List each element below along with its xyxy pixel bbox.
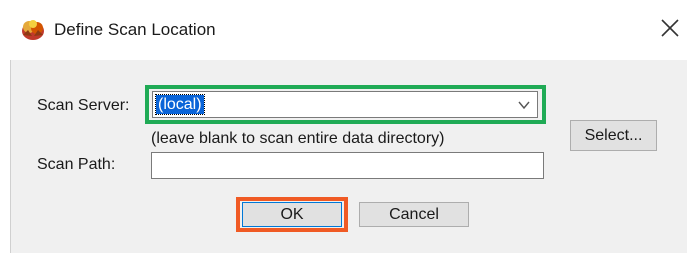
scan-server-label: Scan Server: bbox=[37, 97, 130, 114]
cancel-button[interactable]: Cancel bbox=[359, 202, 469, 227]
close-button[interactable] bbox=[650, 8, 690, 48]
app-scan-icon bbox=[20, 17, 46, 41]
scan-server-combobox[interactable]: (local) bbox=[152, 91, 538, 118]
chevron-down-icon[interactable] bbox=[517, 98, 531, 112]
scan-server-hint: (leave blank to scan entire data directo… bbox=[151, 130, 445, 147]
scan-path-label: Scan Path: bbox=[37, 156, 116, 173]
scan-server-value: (local) bbox=[155, 94, 205, 115]
scan-path-input[interactable] bbox=[151, 152, 544, 179]
close-icon bbox=[661, 19, 679, 37]
define-scan-location-dialog: Define Scan Location Scan Server: (local… bbox=[0, 0, 696, 253]
ok-button[interactable]: OK bbox=[242, 202, 342, 227]
window-title: Define Scan Location bbox=[54, 20, 216, 39]
title-bar[interactable]: Define Scan Location bbox=[0, 0, 696, 60]
select-button[interactable]: Select... bbox=[570, 120, 657, 151]
